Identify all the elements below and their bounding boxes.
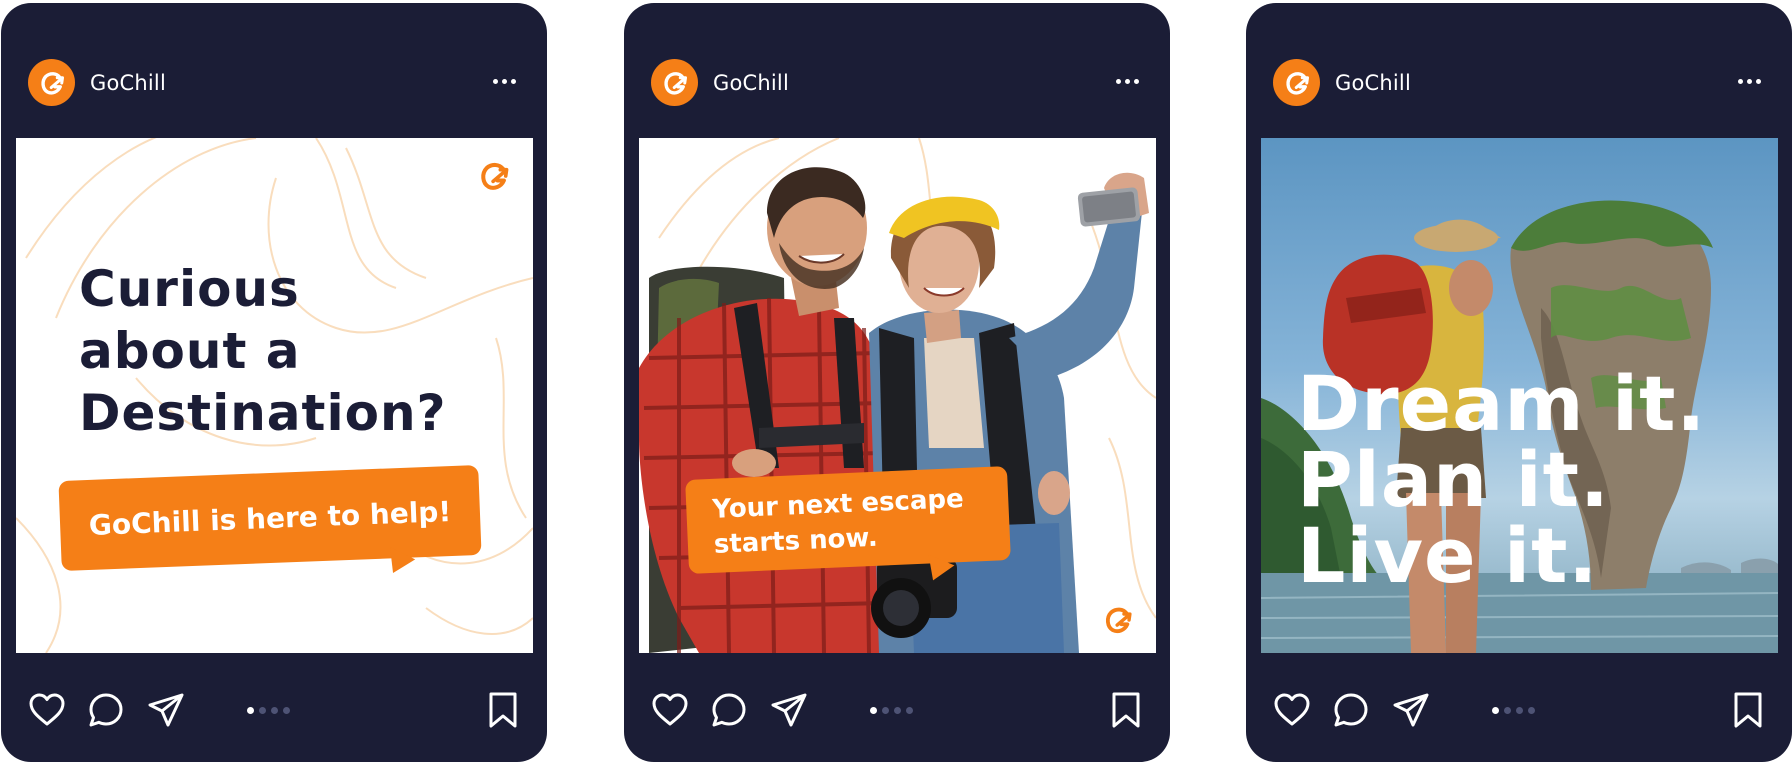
post-actions	[1, 653, 547, 762]
post-image[interactable]: Curious about a Destination? GoChill is …	[16, 138, 533, 653]
headline-line: about a	[79, 322, 301, 380]
send-icon[interactable]	[145, 689, 187, 731]
headline-line: Dream it.	[1297, 359, 1707, 448]
headline-line: Live it.	[1297, 511, 1599, 600]
post-header: GoChill	[624, 3, 1170, 135]
more-options-icon[interactable]	[1734, 75, 1764, 87]
post-actions	[1246, 653, 1792, 762]
gochill-logo-icon	[1100, 603, 1136, 637]
carousel-indicator	[870, 707, 913, 714]
post-image[interactable]: Dream it. Plan it. Live it.	[1261, 138, 1778, 653]
post-header: GoChill	[1, 3, 547, 135]
travelers-photo	[639, 138, 1156, 653]
avatar[interactable]	[28, 59, 75, 106]
headline-line: Destination?	[79, 384, 447, 442]
gochill-logo-icon	[475, 158, 513, 194]
post-card-2: GoChill Your next escape starts now.	[624, 3, 1170, 762]
comment-icon[interactable]	[708, 689, 750, 731]
carousel-indicator	[1492, 707, 1535, 714]
send-icon[interactable]	[768, 689, 810, 731]
post-header: GoChill	[1246, 3, 1792, 135]
gochill-logo-icon	[660, 68, 690, 98]
bookmark-icon[interactable]	[1730, 689, 1766, 731]
more-options-icon[interactable]	[1112, 75, 1142, 87]
callout-text: GoChill is here to help!	[88, 494, 452, 542]
username[interactable]: GoChill	[713, 71, 789, 95]
comment-icon[interactable]	[1330, 689, 1372, 731]
carousel-indicator	[247, 707, 290, 714]
headline: Dream it. Plan it. Live it.	[1297, 366, 1706, 594]
bookmark-icon[interactable]	[485, 689, 521, 731]
post-card-3: GoChill Dream it. Plan it. Live it.	[1246, 3, 1792, 762]
comment-icon[interactable]	[85, 689, 127, 731]
post-image[interactable]: Your next escape starts now.	[639, 138, 1156, 653]
avatar[interactable]	[651, 59, 698, 106]
headline: Curious about a Destination?	[79, 258, 479, 444]
send-icon[interactable]	[1390, 689, 1432, 731]
heart-icon[interactable]	[1271, 689, 1313, 731]
post-card-1: GoChill Curious about a Destination? GoC…	[1, 3, 547, 762]
username[interactable]: GoChill	[1335, 71, 1411, 95]
gochill-logo-icon	[1282, 68, 1312, 98]
headline-line: Plan it.	[1297, 435, 1610, 524]
bookmark-icon[interactable]	[1108, 689, 1144, 731]
more-options-icon[interactable]	[489, 75, 519, 87]
callout-bubble: Your next escape starts now.	[685, 466, 1011, 586]
headline-line: Curious	[79, 260, 300, 318]
avatar[interactable]	[1273, 59, 1320, 106]
post-actions	[624, 653, 1170, 762]
heart-icon[interactable]	[649, 689, 691, 731]
username[interactable]: GoChill	[90, 71, 166, 95]
callout-bubble: GoChill is here to help!	[58, 464, 482, 580]
gochill-logo-icon	[37, 68, 67, 98]
heart-icon[interactable]	[26, 689, 68, 731]
